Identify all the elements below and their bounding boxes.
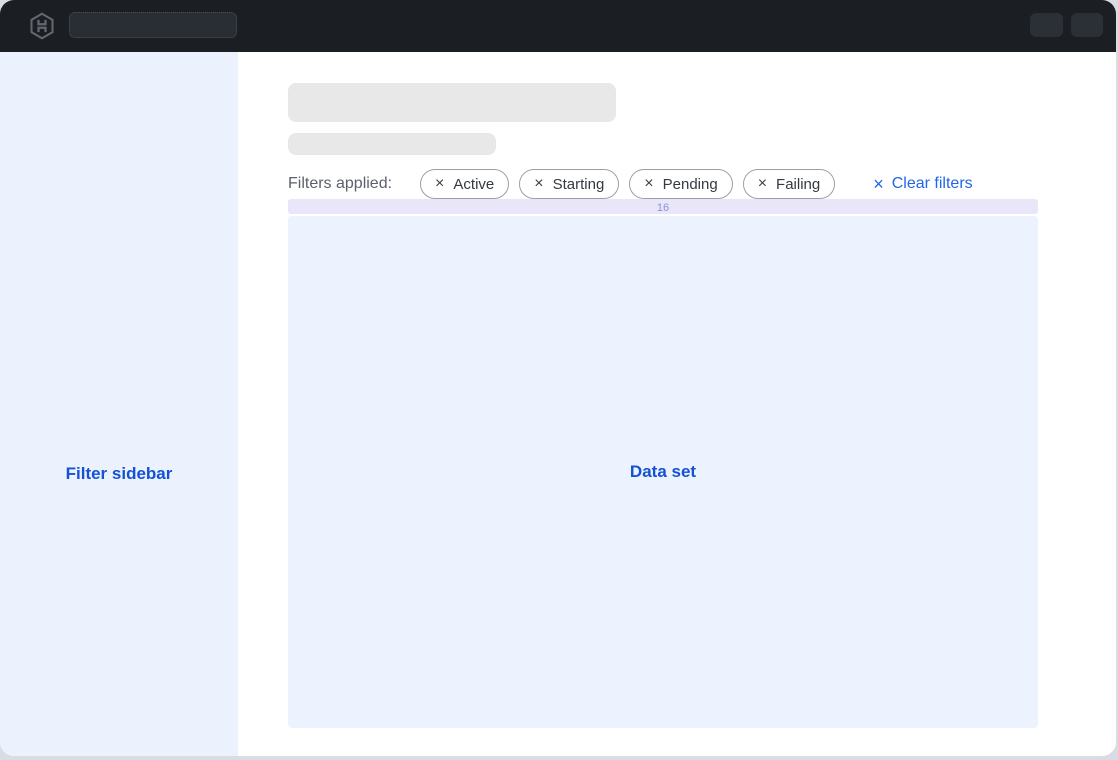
clear-filters-label: Clear filters bbox=[892, 175, 973, 193]
topbar-action-skeleton bbox=[1071, 13, 1103, 37]
page-title-skeleton bbox=[288, 83, 616, 122]
filter-chip-failing[interactable]: × Failing bbox=[743, 169, 836, 199]
filter-chip-starting[interactable]: × Starting bbox=[519, 169, 619, 199]
main-content: Filters applied: × Active × Starting × P… bbox=[238, 52, 1116, 756]
clear-filters-x-icon: × bbox=[873, 175, 884, 193]
chip-remove-icon[interactable]: × bbox=[435, 176, 444, 192]
chip-remove-icon[interactable]: × bbox=[534, 176, 543, 192]
app-window: Filter sidebar Filters applied: × Active… bbox=[0, 0, 1116, 756]
filters-applied-row: Filters applied: × Active × Starting × P… bbox=[288, 169, 973, 199]
page-subtitle-skeleton bbox=[288, 133, 496, 155]
filter-sidebar-label: Filter sidebar bbox=[0, 464, 238, 484]
hashicorp-logo-icon bbox=[27, 11, 57, 41]
filter-chip-list: × Active × Starting × Pending × Failing bbox=[420, 169, 835, 199]
result-count-badge: 16 bbox=[657, 202, 669, 214]
chip-remove-icon[interactable]: × bbox=[758, 176, 767, 192]
top-nav-bar bbox=[0, 0, 1116, 52]
filter-chip-active[interactable]: × Active bbox=[420, 169, 509, 199]
clear-filters-button[interactable]: × Clear filters bbox=[873, 175, 972, 193]
result-count-band: 16 bbox=[288, 199, 1038, 214]
filter-sidebar: Filter sidebar bbox=[0, 52, 238, 756]
filter-chip-label: Active bbox=[453, 176, 494, 193]
filter-chip-label: Pending bbox=[663, 176, 718, 193]
filter-chip-label: Failing bbox=[776, 176, 820, 193]
filter-chip-label: Starting bbox=[553, 176, 605, 193]
topbar-action-skeleton bbox=[1030, 13, 1063, 37]
data-set-region: Data set bbox=[288, 216, 1038, 728]
filter-chip-pending[interactable]: × Pending bbox=[629, 169, 732, 199]
filters-applied-label: Filters applied: bbox=[288, 175, 392, 193]
data-set-label: Data set bbox=[630, 462, 696, 482]
nav-menu-skeleton bbox=[69, 12, 237, 38]
chip-remove-icon[interactable]: × bbox=[644, 176, 653, 192]
